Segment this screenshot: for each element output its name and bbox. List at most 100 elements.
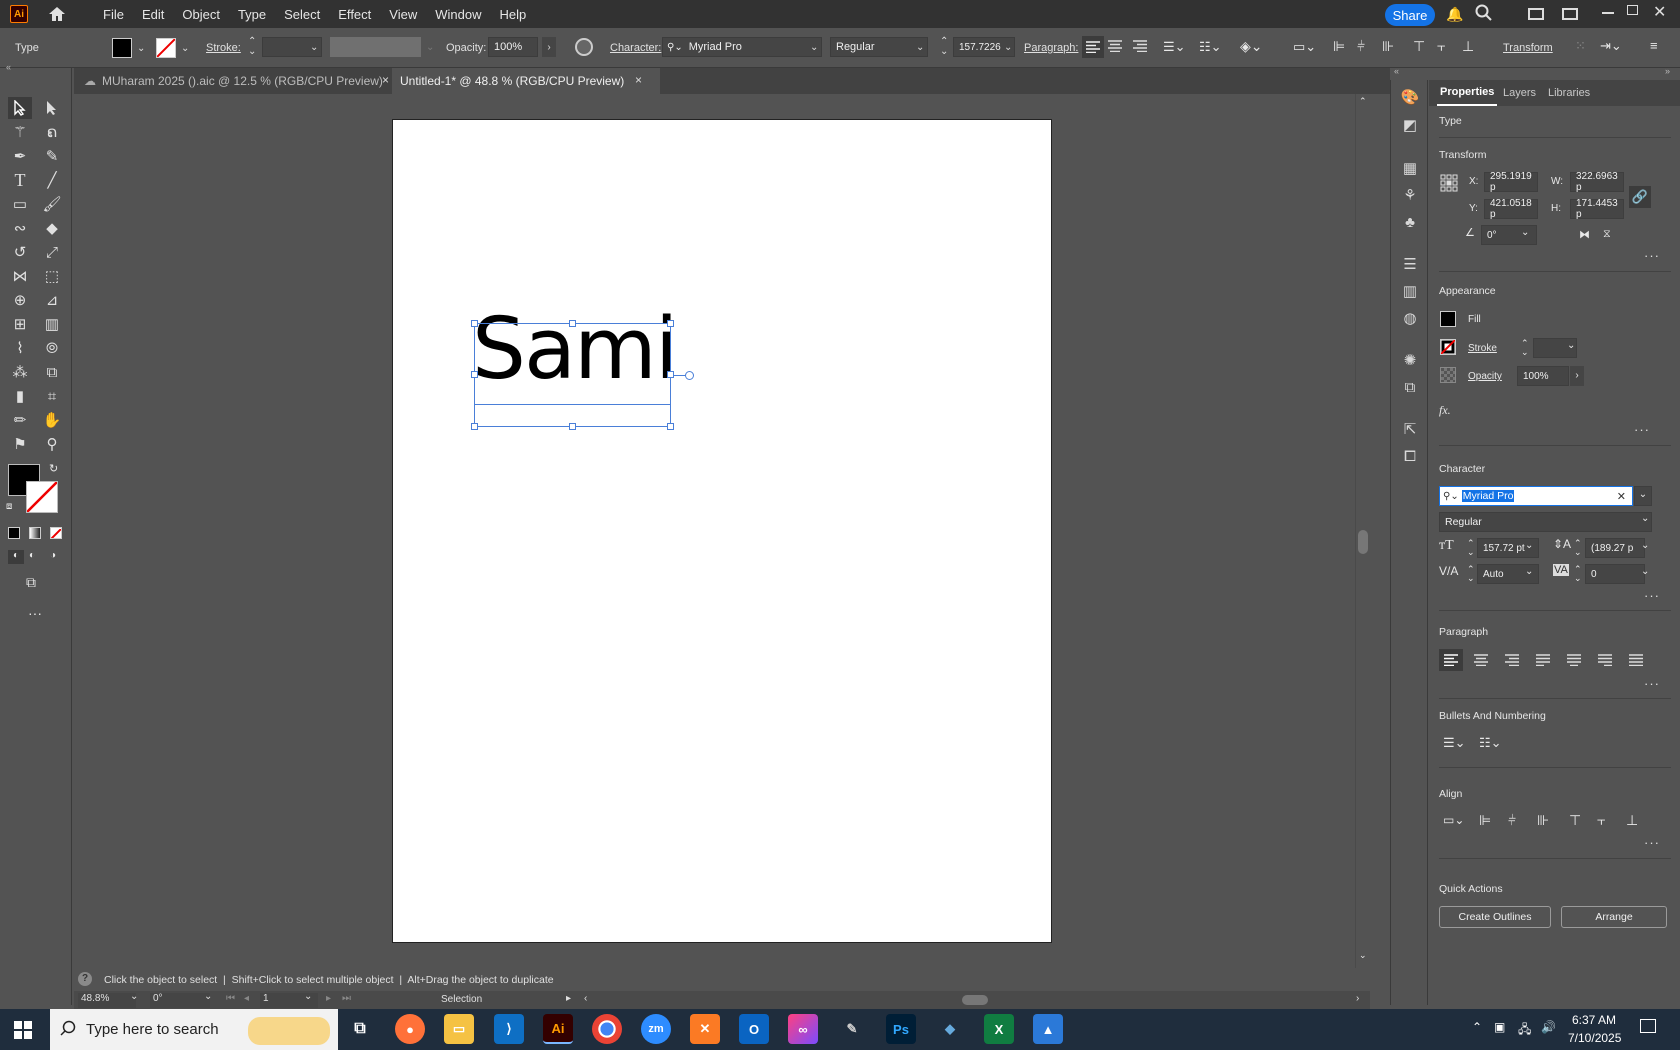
volume-icon[interactable]: 🔊 [1541,1020,1556,1034]
mesh-tool-icon[interactable]: ⊞ [8,313,32,335]
share-button[interactable]: Share [1385,4,1435,26]
flip-horizontal-icon[interactable]: ⧓ [1579,228,1590,241]
align-bottom-objects-icon[interactable]: ⊥ [1462,38,1474,55]
font-size-panel-dropdown-icon[interactable]: ⌄ [1525,540,1533,551]
curvature-tool-icon[interactable]: ✎ [40,145,64,167]
align-right-icon[interactable] [1133,40,1147,55]
swap-fill-stroke-icon[interactable]: ↻ [49,462,58,475]
prev-artboard-icon[interactable]: ◂ [244,993,249,1004]
menu-window[interactable]: Window [426,7,490,22]
para-align-center-icon[interactable] [1474,654,1488,669]
scroll-right-icon[interactable]: › [1356,993,1359,1004]
font-size-dropdown-icon[interactable]: ⌄ [1004,43,1014,53]
width-tool-icon[interactable]: ⋈ [8,265,32,287]
task-view-icon[interactable]: ⧉ [345,1014,375,1044]
menu-object[interactable]: Object [173,7,229,22]
home-icon[interactable] [46,4,68,24]
bullets-icon[interactable]: ☰⌄ [1163,39,1186,55]
opacity-panel-arrow-icon[interactable]: › [1570,366,1584,386]
font-family-panel-field[interactable]: ⚲⌄ Myriad Pro ✕ [1439,486,1633,506]
transform-more-options-icon[interactable]: ··· [1644,248,1660,263]
graphic-styles-icon[interactable]: ⧉ [1399,376,1421,398]
font-family-dropdown-icon[interactable]: ⌄ [810,43,820,53]
edit-toolbar-icon[interactable]: ··· [28,605,42,621]
taskbar-search-box[interactable]: Type here to search [50,1009,338,1050]
stroke-dropdown-icon[interactable]: ⌄ [181,44,191,54]
creative-cloud-icon[interactable]: ∞ [788,1014,818,1044]
control-menu-icon[interactable]: ≡ [1650,38,1658,53]
photoshop-taskbar-icon[interactable]: Ps [886,1014,916,1044]
rotation-dropdown-icon[interactable]: ⌄ [204,991,212,1002]
brushes-icon[interactable]: ⚘ [1399,184,1421,206]
lasso-tool-icon[interactable]: ຄ [40,121,64,143]
default-colors-icon[interactable]: ⧈ [6,501,12,512]
tab-properties[interactable]: Properties [1437,80,1498,106]
vertical-scrollbar[interactable]: ⌃ ⌄ [1355,94,1370,968]
font-style-panel-dropdown-icon[interactable]: ⌄ [1641,513,1649,524]
line-tool-icon[interactable]: ╱ [40,169,64,191]
tray-icon-1[interactable]: ▣ [1494,1020,1505,1034]
artboard-tool-icon[interactable]: ⧉ [40,361,64,383]
appearance-more-options-icon[interactable]: ··· [1634,422,1650,437]
zoom-app-icon[interactable]: zm [641,1014,671,1044]
xampp-icon[interactable]: ✕ [690,1014,720,1044]
tab-libraries[interactable]: Libraries [1548,80,1590,106]
stroke-weight-dropdown-icon[interactable]: ⌄ [310,43,320,53]
draw-normal-icon[interactable]: ◐ [8,550,24,564]
minimize-icon[interactable] [1602,12,1614,14]
resize-handle[interactable] [569,423,576,430]
shape-builder-tool-icon[interactable]: ⊕ [8,289,32,311]
magic-wand-tool-icon[interactable]: ⚚ [8,121,32,143]
fill-swatch[interactable] [112,38,132,58]
stroke-panel-icon[interactable]: ☰ [1399,253,1421,275]
first-artboard-icon[interactable]: ⏮ [226,993,235,1004]
pen-tool-icon[interactable]: ✒ [8,145,32,167]
opacity-panel-field[interactable]: 100% [1517,366,1569,386]
align-left-icon[interactable] [1082,36,1104,58]
horizontal-scroll-thumb[interactable] [962,995,988,1005]
font-style-panel-field[interactable]: Regular [1439,512,1652,532]
gradient-mode-icon[interactable] [29,527,41,539]
paragraph-label[interactable]: Paragraph: [1024,42,1078,54]
h-field[interactable]: 171.4453 p [1570,198,1624,220]
menu-view[interactable]: View [380,7,426,22]
menu-file[interactable]: File [94,7,133,22]
perspective-grid-tool-icon[interactable]: ⊿ [40,289,64,311]
kerning-dropdown-icon[interactable]: ⌄ [1525,566,1533,577]
scroll-left-icon[interactable]: ‹ [584,993,587,1004]
free-transform-tool-icon[interactable]: ⬚ [40,265,64,287]
font-family-field[interactable]: ⚲⌄ Myriad Pro [662,37,822,57]
color-guide-icon[interactable]: ◩ [1399,114,1421,136]
zoom-dropdown-icon[interactable]: ⌄ [130,991,138,1002]
illustrator-taskbar-icon[interactable]: Ai [543,1014,573,1044]
panel-align-bottom-icon[interactable]: ⊥ [1626,812,1638,829]
para-align-right-icon[interactable] [1505,654,1519,669]
font-style-dropdown-icon[interactable]: ⌄ [916,43,926,53]
align-top-objects-icon[interactable]: ⊤ [1413,38,1425,55]
vscode-icon[interactable]: ⟩ [494,1014,524,1044]
resize-handle[interactable] [667,371,674,378]
rectangle-tool-icon[interactable]: ▭ [8,193,32,215]
para-justify-all-icon[interactable] [1629,654,1643,669]
file-explorer-icon[interactable]: ▭ [444,1014,474,1044]
para-justify-right-icon[interactable] [1598,654,1612,669]
align-center-icon[interactable] [1108,40,1122,55]
gradient-tool-icon[interactable]: ▥ [40,313,64,335]
color-mode-icon[interactable] [8,527,20,539]
stroke-color-box[interactable] [26,481,58,513]
outlook-icon[interactable]: O [739,1014,769,1044]
y-field[interactable]: 421.0518 p [1484,198,1538,220]
stroke-stepper-panel-icon[interactable]: ⌃ ⌄ [1521,339,1529,357]
opacity-arrow-icon[interactable]: › [542,37,556,57]
scale-tool-icon[interactable]: ⤢ [40,241,64,263]
excel-icon[interactable]: X [984,1014,1014,1044]
align-to-icon[interactable]: ▭⌄ [1293,39,1316,55]
rotate-tool-icon[interactable]: ↺ [8,241,32,263]
align-vcenter-objects-icon[interactable]: ⫟ [1437,38,1445,55]
chrome-icon[interactable] [592,1014,622,1044]
color-panel-icon[interactable]: 🎨 [1399,86,1421,108]
clock-time[interactable]: 6:37 AM [1572,1013,1616,1027]
variable-width-profile[interactable] [330,37,421,57]
bullets-panel-icon[interactable]: ☰⌄ [1443,735,1466,751]
status-menu-icon[interactable]: ▸ [566,993,571,1004]
